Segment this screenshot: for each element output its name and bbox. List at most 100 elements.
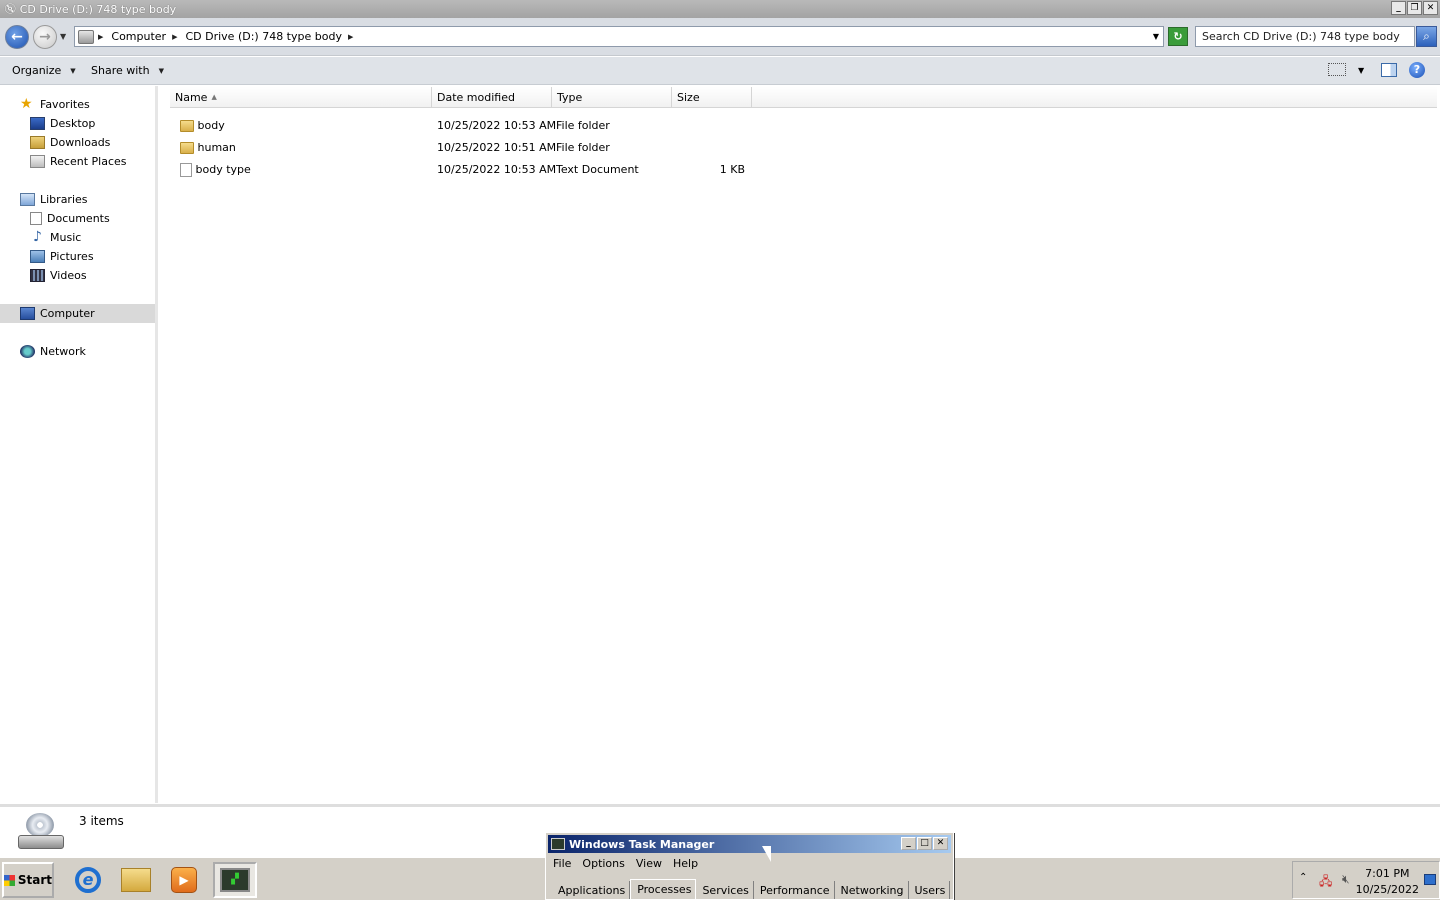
- file-type: Text Document: [556, 163, 639, 176]
- command-bar: Organize ▼ Share with ▼ ▼ ?: [0, 57, 1440, 85]
- file-name: body type: [195, 163, 251, 176]
- nav-music[interactable]: ♪ Music: [30, 228, 81, 247]
- network-icon: [20, 345, 35, 358]
- nav-desktop[interactable]: Desktop: [30, 114, 95, 133]
- back-button[interactable]: ←: [5, 25, 29, 49]
- breadcrumb-cd-drive-label: CD Drive (D:) 748 type body: [185, 30, 342, 43]
- sort-ascending-icon: ▲: [211, 93, 217, 101]
- nav-favorites[interactable]: ★ Favorites: [20, 95, 90, 114]
- music-icon: ♪: [33, 229, 42, 245]
- file-row[interactable]: body 10/25/2022 10:53 AM File folder: [175, 116, 755, 136]
- tm-menu-options[interactable]: Options: [582, 857, 624, 870]
- show-hidden-icons-icon[interactable]: ⌃: [1299, 872, 1307, 883]
- cd-drive-icon: 💿︎: [4, 3, 17, 15]
- tab-networking[interactable]: Networking: [835, 881, 909, 899]
- task-manager-title-bar[interactable]: Windows Task Manager _ □ ✕: [548, 835, 951, 853]
- file-row[interactable]: human 10/25/2022 10:51 AM File folder: [175, 138, 755, 158]
- share-with-label: Share with: [91, 64, 150, 77]
- cd-drive-large-icon: [18, 813, 64, 851]
- nav-network-label: Network: [40, 345, 86, 358]
- organize-label: Organize: [12, 64, 62, 77]
- file-date: 10/25/2022 10:53 AM: [437, 163, 557, 176]
- breadcrumb-computer[interactable]: Computer ▶: [107, 30, 181, 43]
- breadcrumb-separator-root[interactable]: ▶: [94, 33, 107, 41]
- organize-button[interactable]: Organize ▼: [12, 64, 76, 77]
- library-icon: [20, 193, 35, 206]
- nav-computer[interactable]: Computer: [0, 304, 155, 323]
- taskbar-internet-explorer[interactable]: e: [66, 862, 110, 898]
- column-header-size[interactable]: Size: [672, 87, 752, 108]
- tab-users[interactable]: Users: [909, 881, 951, 899]
- restore-button[interactable]: ❐: [1407, 1, 1422, 15]
- tm-menu-view[interactable]: View: [636, 857, 662, 870]
- help-icon[interactable]: ?: [1409, 62, 1425, 78]
- address-bar[interactable]: ▶ Computer ▶ CD Drive (D:) 748 type body ▶…: [74, 26, 1164, 47]
- preview-pane-icon[interactable]: [1381, 63, 1397, 77]
- chevron-right-icon[interactable]: ▶: [172, 33, 177, 41]
- tm-maximize-button[interactable]: □: [917, 837, 932, 850]
- file-size: 1 KB: [719, 163, 745, 176]
- folder-icon: [180, 120, 194, 132]
- refresh-button[interactable]: ↻: [1168, 27, 1188, 46]
- minimize-button[interactable]: _: [1391, 1, 1406, 15]
- file-name: human: [197, 141, 236, 154]
- start-button[interactable]: Start: [2, 862, 54, 898]
- recent-pages-dropdown[interactable]: ▼: [60, 32, 66, 41]
- tm-menu-help[interactable]: Help: [673, 857, 698, 870]
- tm-menu-file[interactable]: File: [553, 857, 571, 870]
- taskbar-task-manager[interactable]: ▞: [213, 862, 257, 898]
- videos-icon: [30, 269, 45, 282]
- media-player-icon: ▶: [171, 867, 197, 893]
- file-row[interactable]: body type 10/25/2022 10:53 AM Text Docum…: [175, 160, 755, 180]
- search-button[interactable]: ⌕: [1416, 26, 1437, 47]
- nav-pictures[interactable]: Pictures: [30, 247, 94, 266]
- documents-icon: [30, 212, 42, 225]
- nav-desktop-label: Desktop: [50, 117, 96, 130]
- file-date: 10/25/2022 10:51 AM: [437, 141, 557, 154]
- breadcrumb-cd-drive[interactable]: CD Drive (D:) 748 type body ▶: [181, 30, 357, 43]
- tm-close-button[interactable]: ✕: [933, 837, 948, 850]
- nav-network[interactable]: Network: [20, 342, 86, 361]
- nav-videos[interactable]: Videos: [30, 266, 87, 285]
- column-date-label: Date modified: [437, 91, 515, 104]
- network-status-icon[interactable]: 🖧: [1319, 872, 1332, 893]
- address-history-dropdown[interactable]: ▼: [1153, 32, 1159, 41]
- mouse-cursor: [762, 846, 771, 862]
- change-view-icon[interactable]: [1328, 63, 1346, 76]
- nav-recent-places[interactable]: Recent Places: [30, 152, 127, 171]
- taskbar-media-player[interactable]: ▶: [162, 862, 206, 898]
- clock-time: 7:01 PM: [1365, 867, 1410, 880]
- tab-processes[interactable]: Processes: [630, 879, 697, 899]
- chevron-right-icon[interactable]: ▶: [348, 33, 353, 41]
- column-header-name[interactable]: Name ▲: [170, 87, 432, 108]
- tab-performance[interactable]: Performance: [754, 881, 835, 899]
- column-header-date-modified[interactable]: Date modified: [432, 87, 552, 108]
- text-file-icon: [180, 163, 192, 177]
- tab-services[interactable]: Services: [696, 881, 754, 899]
- chevron-down-icon: ▼: [70, 66, 76, 75]
- tm-minimize-button[interactable]: _: [901, 837, 916, 850]
- show-desktop-icon[interactable]: [1424, 874, 1436, 885]
- share-with-button[interactable]: Share with ▼: [91, 64, 164, 77]
- internet-explorer-icon: e: [75, 867, 101, 893]
- clock[interactable]: 7:01 PM 10/25/2022: [1356, 866, 1419, 898]
- taskbar-windows-explorer[interactable]: [114, 862, 158, 898]
- task-manager-tabs: Applications Processes Services Performa…: [552, 879, 951, 899]
- column-size-label: Size: [677, 91, 700, 104]
- window-title-bar[interactable]: 💿︎ CD Drive (D:) 748 type body _ ❐ ✕: [0, 0, 1440, 18]
- nav-downloads[interactable]: Downloads: [30, 133, 110, 152]
- close-button[interactable]: ✕: [1423, 1, 1438, 15]
- task-manager-window[interactable]: Windows Task Manager _ □ ✕ File Options …: [545, 832, 954, 900]
- address-row: ← → ▼ ▶ Computer ▶ CD Drive (D:) 748 type…: [0, 18, 1440, 56]
- nav-documents-label: Documents: [47, 212, 110, 225]
- nav-documents[interactable]: Documents: [30, 209, 110, 228]
- volume-muted-icon[interactable]: 🔇︎: [1342, 872, 1350, 887]
- column-header-type[interactable]: Type: [552, 87, 672, 108]
- search-input[interactable]: Search CD Drive (D:) 748 type body: [1195, 26, 1415, 47]
- view-options-dropdown[interactable]: ▼: [1358, 66, 1364, 75]
- window-title: 💿︎ CD Drive (D:) 748 type body: [0, 3, 176, 16]
- file-list: Name ▲ Date modified Type Size body 10/25…: [160, 86, 1440, 803]
- tab-applications[interactable]: Applications: [552, 881, 631, 899]
- forward-button[interactable]: →: [33, 25, 57, 49]
- nav-libraries[interactable]: Libraries: [20, 190, 88, 209]
